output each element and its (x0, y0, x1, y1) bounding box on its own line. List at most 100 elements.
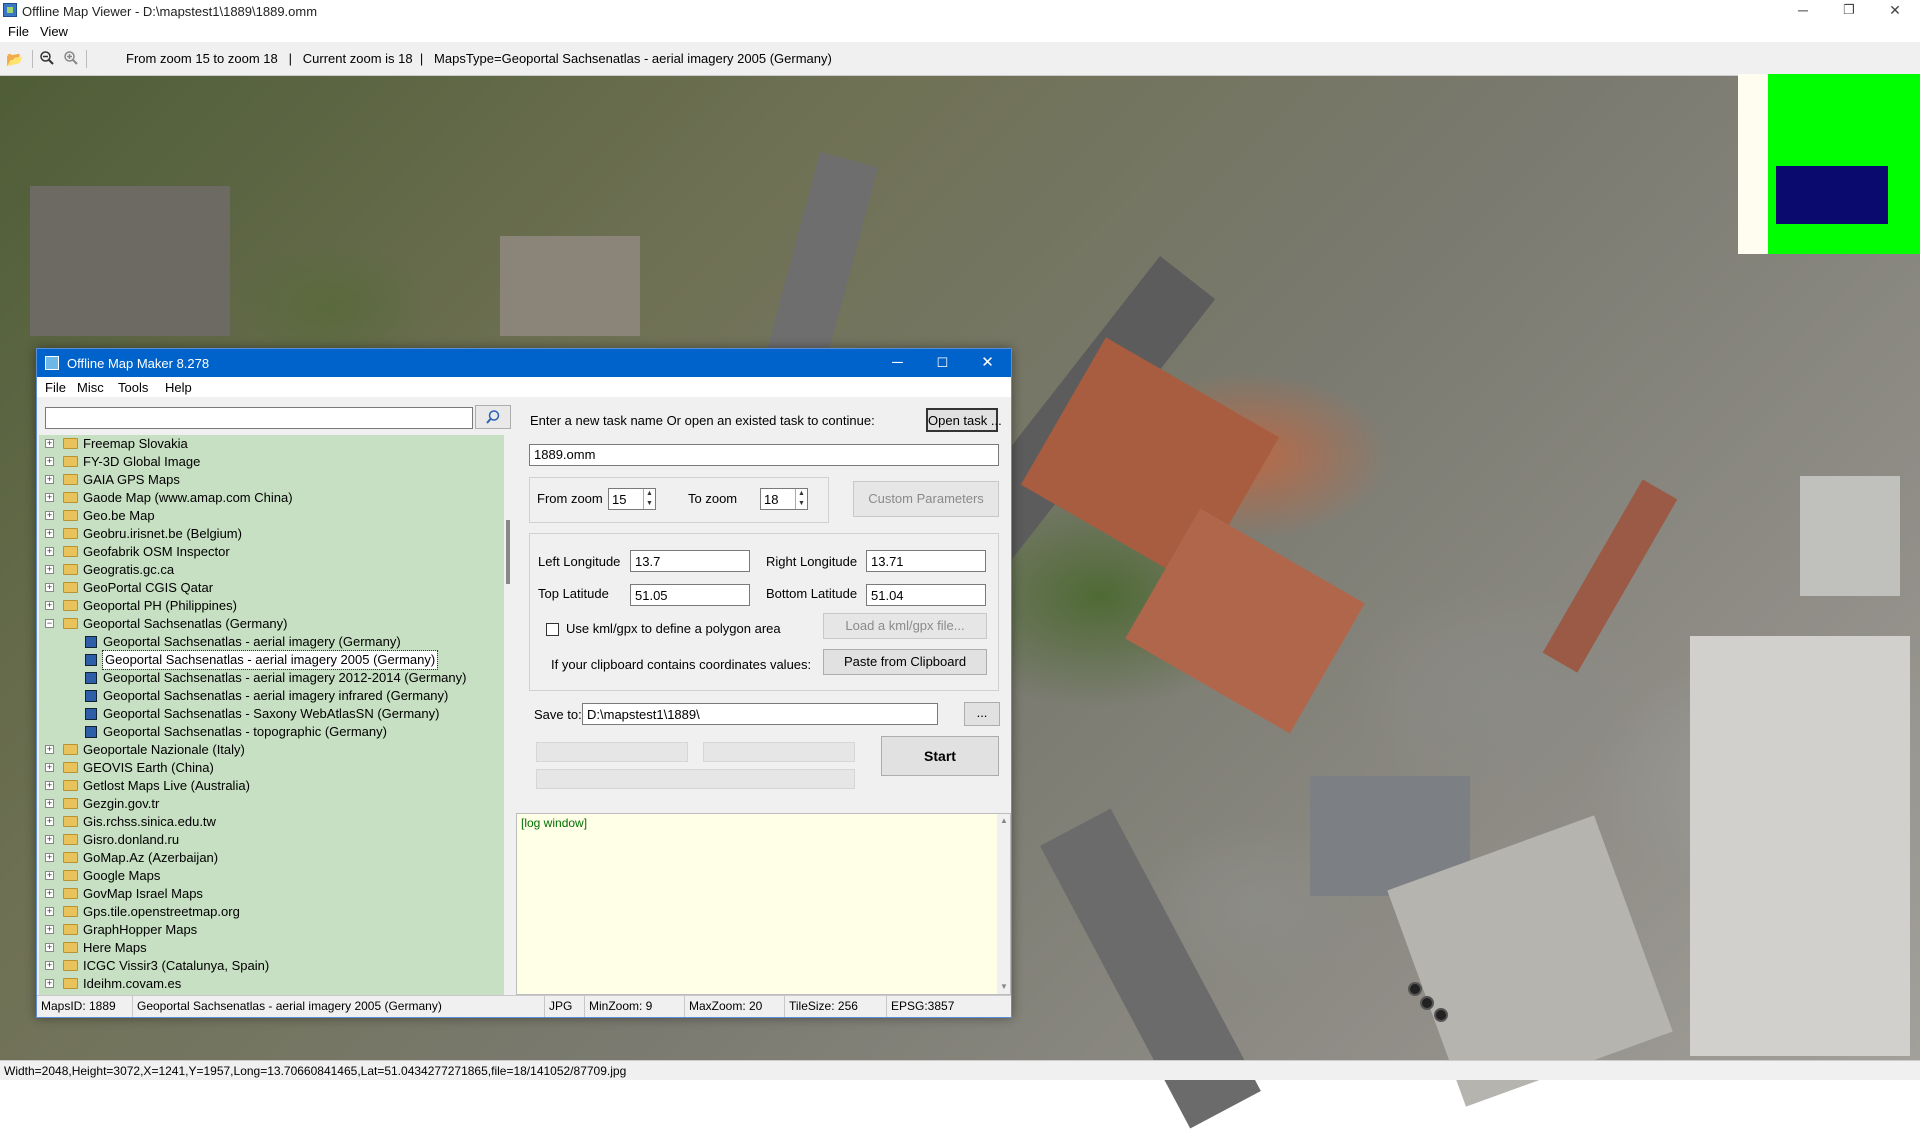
dialog-maximize-button[interactable]: ☐ (920, 349, 965, 377)
tree-map-item[interactable]: Geoportal Sachsenatlas - aerial imagery … (39, 687, 504, 705)
tree-map-item[interactable]: Geoportal Sachsenatlas - aerial imagery … (39, 650, 504, 670)
map-marker[interactable] (1420, 996, 1434, 1010)
search-button[interactable] (475, 405, 511, 429)
open-task-button[interactable]: Open task ... (926, 408, 1002, 432)
tree-folder-item[interactable]: + ICGC Vissir3 (Catalunya, Spain) (39, 957, 504, 975)
tree-folder-item[interactable]: + Google Maps (39, 867, 504, 885)
expand-icon[interactable]: + (45, 475, 54, 484)
from-zoom-spinner[interactable]: ▲ ▼ (643, 489, 655, 509)
custom-parameters-button[interactable]: Custom Parameters (853, 481, 999, 517)
tree-folder-item[interactable]: + Geoportal PH (Philippines) (39, 597, 504, 615)
tree-folder-item[interactable]: + FY-3D Global Image (39, 453, 504, 471)
dialog-menu-help[interactable]: Help (165, 380, 192, 395)
tree-map-item[interactable]: Geoportal Sachsenatlas - topographic (Ge… (39, 723, 504, 741)
zoom-in-icon[interactable] (62, 50, 80, 68)
dialog-menu-file[interactable]: File (45, 380, 66, 395)
tree-folder-item[interactable]: + GeoPortal CGIS Qatar (39, 579, 504, 597)
map-search-input[interactable] (45, 407, 473, 429)
expand-icon[interactable]: + (45, 781, 54, 790)
expand-icon[interactable]: + (45, 745, 54, 754)
tree-folder-item[interactable]: + Geoportale Nazionale (Italy) (39, 741, 504, 759)
expand-icon[interactable]: + (45, 457, 54, 466)
zoom-out-icon[interactable] (38, 50, 56, 68)
dialog-menu-tools[interactable]: Tools (118, 380, 148, 395)
expand-icon[interactable]: + (45, 511, 54, 520)
tree-folder-item[interactable]: + GraphHopper Maps (39, 921, 504, 939)
expand-icon[interactable]: + (45, 601, 54, 610)
expand-icon[interactable]: + (45, 853, 54, 862)
map-marker[interactable] (1408, 982, 1422, 996)
expand-icon[interactable]: + (45, 871, 54, 880)
tree-folder-item[interactable]: + GEOVIS Earth (China) (39, 759, 504, 777)
dialog-menu-misc[interactable]: Misc (77, 380, 104, 395)
expand-icon[interactable]: + (45, 925, 54, 934)
tree-folder-item[interactable]: + Gisro.donland.ru (39, 831, 504, 849)
use-kml-checkbox[interactable] (546, 623, 559, 636)
load-kml-button[interactable]: Load a kml/gpx file... (823, 613, 987, 639)
open-folder-icon[interactable]: 📂 (6, 50, 24, 68)
menu-file[interactable]: File (8, 24, 29, 39)
expand-icon[interactable]: + (45, 817, 54, 826)
expand-icon[interactable]: + (45, 835, 54, 844)
right-longitude-input[interactable]: 13.71 (866, 550, 986, 572)
tree-map-item[interactable]: Geoportal Sachsenatlas - aerial imagery … (39, 633, 504, 651)
dialog-minimize-button[interactable]: ─ (875, 349, 920, 377)
expand-icon[interactable]: + (45, 907, 54, 916)
expand-icon[interactable]: + (45, 493, 54, 502)
tree-folder-item[interactable]: + Freemap Slovakia (39, 435, 504, 453)
dialog-close-button[interactable]: ✕ (965, 349, 1010, 377)
tree-folder-item[interactable]: + Here Maps (39, 939, 504, 957)
tree-map-item[interactable]: Geoportal Sachsenatlas - aerial imagery … (39, 669, 504, 687)
tree-folder-item[interactable]: + GoMap.Az (Azerbaijan) (39, 849, 504, 867)
expand-icon[interactable]: + (45, 529, 54, 538)
task-name-input[interactable]: 1889.omm (529, 444, 999, 466)
tree-folder-item[interactable]: + GovMap Israel Maps (39, 885, 504, 903)
save-path-input[interactable]: D:\mapstest1\1889\ (582, 703, 938, 725)
from-zoom-input[interactable]: 15 ▲ ▼ (608, 488, 656, 510)
tree-scrollbar-thumb[interactable] (506, 520, 510, 584)
minimize-button[interactable]: ─ (1780, 0, 1826, 22)
tree-folder-item[interactable]: − Geoportal Sachsenatlas (Germany) (39, 615, 504, 633)
map-marker[interactable] (1434, 1008, 1448, 1022)
tree-folder-item[interactable]: + Gis.rchss.sinica.edu.tw (39, 813, 504, 831)
expand-icon[interactable]: + (45, 943, 54, 952)
tree-folder-item[interactable]: + Ideihm.covam.es (39, 975, 504, 993)
menu-view[interactable]: View (40, 24, 68, 39)
tree-scrollbar[interactable] (504, 435, 515, 995)
close-button[interactable]: ✕ (1872, 0, 1918, 22)
paste-from-clipboard-button[interactable]: Paste from Clipboard (823, 649, 987, 675)
tree-folder-item[interactable]: + Gaode Map (www.amap.com China) (39, 489, 504, 507)
tree-folder-item[interactable]: + Getlost Maps Live (Australia) (39, 777, 504, 795)
start-button[interactable]: Start (881, 736, 999, 776)
expand-icon[interactable]: + (45, 799, 54, 808)
tree-folder-item[interactable]: + Geogratis.gc.ca (39, 561, 504, 579)
overview-viewport[interactable] (1776, 166, 1888, 224)
top-latitude-input[interactable]: 51.05 (630, 584, 750, 606)
scroll-up-icon[interactable]: ▲ (1000, 816, 1008, 825)
tree-folder-item[interactable]: + Gps.tile.openstreetmap.org (39, 903, 504, 921)
tree-folder-item[interactable]: + Geo.be Map (39, 507, 504, 525)
left-longitude-input[interactable]: 13.7 (630, 550, 750, 572)
expand-icon[interactable]: + (45, 961, 54, 970)
log-scrollbar[interactable]: ▲ ▼ (997, 814, 1010, 994)
tree-map-item[interactable]: Geoportal Sachsenatlas - Saxony WebAtlas… (39, 705, 504, 723)
map-source-tree[interactable]: + Freemap Slovakia + FY-3D Global Image + GAI… (39, 435, 504, 995)
expand-icon[interactable]: + (45, 979, 54, 988)
expand-icon[interactable]: + (45, 565, 54, 574)
tree-folder-item[interactable]: + Geobru.irisnet.be (Belgium) (39, 525, 504, 543)
log-window[interactable]: [log window] ▲ ▼ (516, 813, 1011, 995)
to-zoom-input[interactable]: 18 ▲ ▼ (760, 488, 808, 510)
to-zoom-spinner[interactable]: ▲ ▼ (795, 489, 807, 509)
expand-icon[interactable]: + (45, 439, 54, 448)
expand-icon[interactable]: + (45, 889, 54, 898)
tree-folder-item[interactable]: + GAIA GPS Maps (39, 471, 504, 489)
browse-button[interactable]: ... (964, 702, 1000, 726)
bottom-latitude-input[interactable]: 51.04 (866, 584, 986, 606)
expand-icon[interactable]: + (45, 547, 54, 556)
expand-icon[interactable]: + (45, 583, 54, 592)
scroll-down-icon[interactable]: ▼ (1000, 982, 1008, 991)
tree-folder-item[interactable]: + Geofabrik OSM Inspector (39, 543, 504, 561)
expand-icon[interactable]: + (45, 763, 54, 772)
maximize-button[interactable]: ❐ (1826, 0, 1872, 22)
collapse-icon[interactable]: − (45, 619, 54, 628)
